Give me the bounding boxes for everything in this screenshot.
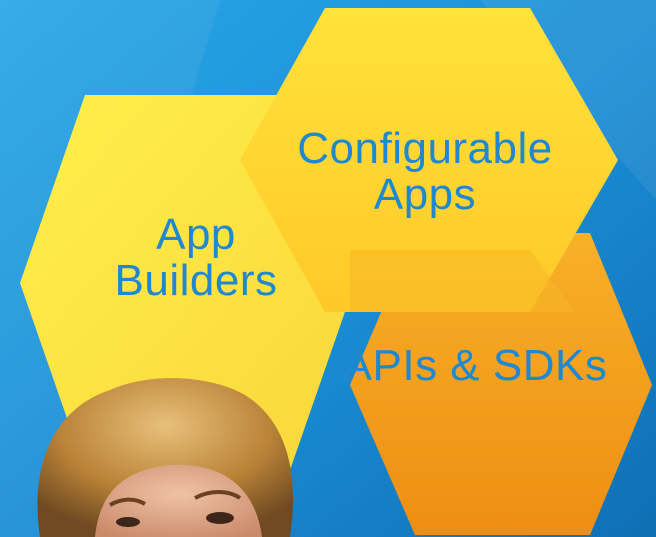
person-eye bbox=[206, 512, 234, 524]
slide: Configurable Apps App Builders APIs & SD… bbox=[0, 0, 656, 537]
label-line: Configurable bbox=[297, 124, 553, 173]
label-line: Builders bbox=[114, 256, 278, 305]
label-line: Apps bbox=[373, 170, 477, 219]
hexagon-apis-label: APIs & SDKs bbox=[330, 343, 620, 389]
person-eye bbox=[116, 517, 140, 527]
label-line: App bbox=[156, 210, 236, 259]
hexagon-configurable-label: Configurable Apps bbox=[275, 126, 575, 218]
label-line: APIs & SDKs bbox=[342, 341, 608, 390]
hexagon-builders-label: App Builders bbox=[96, 212, 296, 304]
